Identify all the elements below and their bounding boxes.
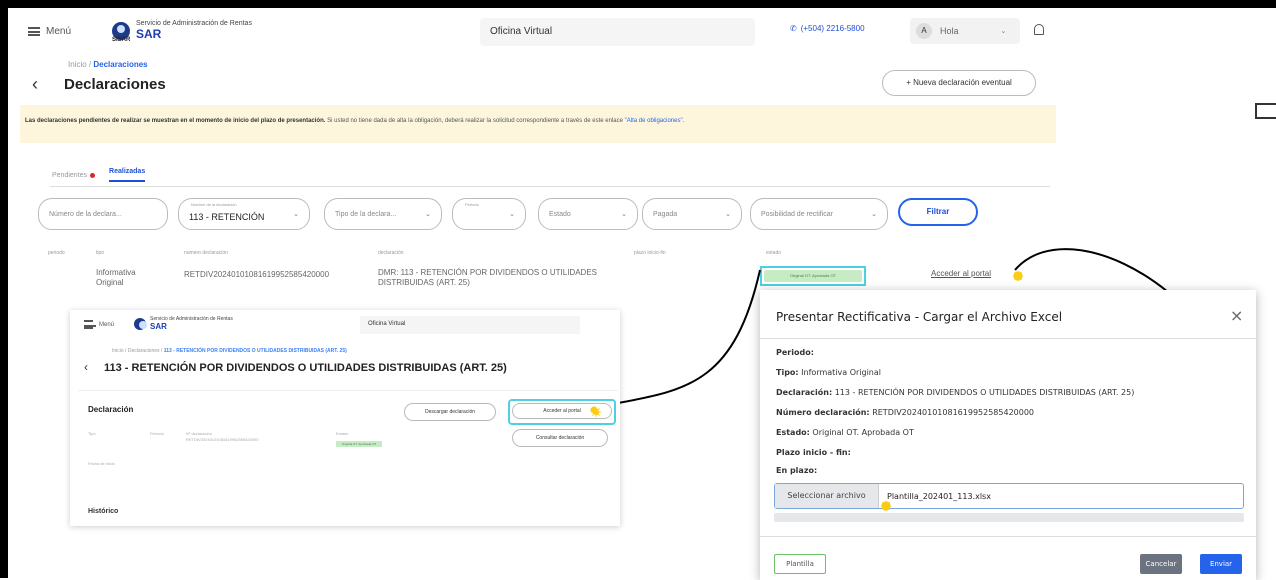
numero-value: RETDIV20240101081619952585420000 [872,408,1035,417]
send-button[interactable]: Enviar [1200,554,1242,574]
inset-status-badge: Original OT. Aprobada OT [336,441,382,447]
sar-logo-icon [134,317,147,330]
inset-title: 113 - RETENCIÓN POR DIVIDENDOS O UTILIDA… [104,362,507,374]
dialog-title: Presentar Rectificativa - Cargar el Arch… [776,310,1063,324]
upload-progress [774,513,1244,522]
estado-value: Original OT. Aprobada OT [812,428,914,437]
inset-crumb-current: 113 - RETENCIÓN POR DIVIDENDOS O UTILIDA… [163,348,347,354]
inset-brand: SAR [150,322,167,331]
upload-dialog: Presentar Rectificativa - Cargar el Arch… [760,290,1256,580]
inset-decl-number: RETDIV20240101081619952585420000 [186,437,259,442]
download-button[interactable]: Descargar declaración [404,403,496,421]
inset-col-tipo: Tipo [88,431,96,436]
cancel-button[interactable]: Cancelar [1140,554,1182,574]
history-heading: Histórico [88,508,119,515]
click-marker-icon [878,498,894,514]
dialog-divider [760,338,1256,339]
periodo-line: Periodo: [776,348,814,357]
declaration-card: Declaración Descargar declaración Accede… [78,390,618,502]
inset-office-label: Oficina Virtual [360,316,580,334]
estado-line: Estado: Original OT. Aprobada OT [776,428,914,437]
inset-col-estado: Estado [336,431,349,436]
inset-top-bar: Menú Servicio de Administración de Renta… [70,310,620,338]
inset-breadcrumb: Inicio / Declaraciones / 113 - RETENCIÓN… [112,348,347,354]
numero-label: Número declaración: [776,408,870,417]
back-arrow-icon[interactable]: ‹ [84,360,88,374]
declaracion-label: Declaración: [776,388,833,397]
inset-crumb-root[interactable]: Inicio / Declaraciones / [112,348,162,354]
enplazo-label: En plazo: [776,466,818,475]
click-marker-icon [588,404,600,416]
file-name: Plantilla_202401_113.xlsx [887,491,991,501]
inset-menu-button[interactable]: Menú [84,320,114,329]
inset-date-label: Fecha de inicio [88,461,115,466]
declaracion-line: Declaración: 113 - RETENCIÓN POR DIVIDEN… [776,388,1134,397]
consult-button[interactable]: Consultar declaración [512,429,608,447]
tipo-label: Tipo: [776,368,799,377]
estado-label: Estado: [776,428,810,437]
card-title: Declaración [88,405,134,414]
tipo-value: Informativa Original [801,368,881,377]
select-file-button[interactable]: Seleccionar archivo [775,484,879,508]
tipo-line: Tipo: Informativa Original [776,368,881,377]
inset-col-numero: Nº declaración [186,431,212,436]
inset-menu-label: Menú [99,321,115,328]
declaracion-value: 113 - RETENCIÓN POR DIVIDENDOS O UTILIDA… [834,388,1135,397]
enplazo-line: En plazo: [776,466,817,475]
numero-line: Número declaración: RETDIV20240101081619… [776,408,1034,417]
dialog-footer-divider [760,536,1256,537]
inset-logo[interactable]: Servicio de Administración de Rentas SAR [134,316,233,331]
file-input[interactable]: Seleccionar archivo Plantilla_202401_113… [774,483,1244,509]
plazo-label: Plazo inicio - fin: [776,448,851,457]
plazo-line: Plazo inicio - fin: [776,448,851,457]
template-button[interactable]: Plantilla [774,554,826,574]
inset-screen: Menú Servicio de Administración de Renta… [70,310,620,526]
hamburger-icon [84,320,96,329]
inset-col-periodo: Periodo [150,431,164,436]
close-icon[interactable]: × [1230,306,1243,325]
periodo-label: Periodo: [776,348,814,357]
